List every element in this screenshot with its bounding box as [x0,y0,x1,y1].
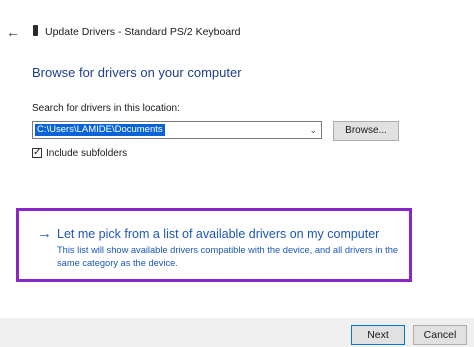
include-subfolders-checkbox[interactable]: ✓ [32,147,42,158]
include-subfolders-label[interactable]: Include subfolders [46,147,127,160]
update-drivers-window: ← Update Drivers - Standard PS/2 Keyboar… [0,0,474,347]
checkmark-icon: ✓ [33,147,42,158]
pick-option-title[interactable]: Let me pick from a list of available dri… [57,226,379,242]
driver-path-value[interactable]: C:\Users\LAMIDE\Documents [35,124,165,136]
cancel-button[interactable]: Cancel [413,325,467,345]
pick-from-list-option[interactable]: → Let me pick from a list of available d… [16,208,412,282]
search-location-label: Search for drivers in this location: [32,103,180,114]
chevron-down-icon[interactable]: ⌄ [309,124,317,136]
dialog-footer: Next Cancel [0,318,474,347]
keyboard-device-icon [33,25,38,36]
window-title: Update Drivers - Standard PS/2 Keyboard [45,26,241,38]
browse-button[interactable]: Browse... [333,121,399,141]
driver-path-combobox[interactable]: C:\Users\LAMIDE\Documents ⌄ [32,121,322,139]
title-bar: ← Update Drivers - Standard PS/2 Keyboar… [0,0,474,39]
pick-option-description: This list will show available drivers co… [57,245,399,268]
back-arrow-icon[interactable]: ← [6,25,20,39]
arrow-right-icon: → [37,225,52,242]
next-button[interactable]: Next [351,325,405,345]
page-heading: Browse for drivers on your computer [32,65,242,80]
